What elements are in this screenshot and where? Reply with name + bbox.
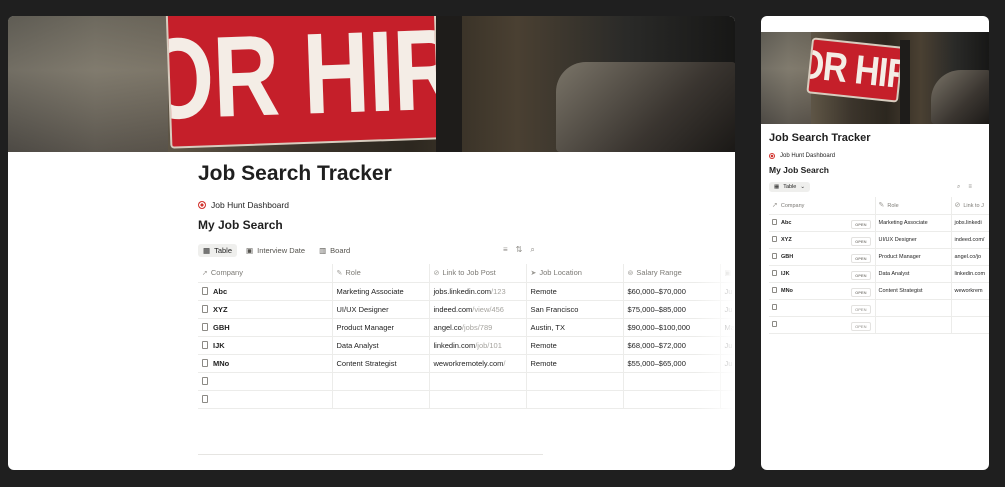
job-table: ➚ Company ✎ Role ⊘ Link to Job Post ➤ Job Lo… [198, 264, 735, 409]
page-icon [772, 236, 777, 242]
page-icon [772, 253, 777, 259]
role-icon: ✎ [878, 202, 885, 210]
cover-image: FOR HIRE [8, 16, 735, 152]
page-icon [202, 394, 208, 403]
empty-row[interactable] [198, 390, 735, 409]
column-header-company[interactable]: ➚ Company [769, 197, 875, 215]
filter-icon[interactable]: ≡ [503, 245, 508, 255]
tab-table[interactable]: ▦ Table ⌄ [769, 182, 810, 192]
table-row[interactable]: IJK Data Analyst linkedin.com/job/101 Re… [198, 336, 735, 355]
table-header: ➚ Company ✎ Role ⊘ Link to Job Post ➤ Job Lo… [198, 264, 735, 283]
page-icon [772, 321, 777, 327]
cursor-icon: ➚ [772, 202, 778, 210]
open-button[interactable]: OPEN [851, 253, 871, 263]
main-preview-card: FOR HIRE Job Search Tracker Job Hunt Das… [8, 16, 735, 470]
calendar-icon: ▣ [246, 245, 254, 255]
job-table: ➚ Company ✎ Role ⊘ Link to J Abc OPEN Market… [769, 197, 989, 334]
table-row[interactable]: Abc Marketing Associate jobs.linkedin.co… [198, 282, 735, 301]
page-icon [772, 219, 777, 225]
money-icon: ⊚ [627, 270, 634, 278]
tab-table[interactable]: ▦ Table [198, 243, 238, 257]
board-icon: ▥ [319, 245, 327, 255]
database-title: My Job Search [769, 165, 829, 175]
table-row[interactable]: MNo OPEN Content Strategist weworkrem [769, 282, 989, 300]
target-icon [769, 153, 775, 159]
open-button[interactable]: OPEN [851, 219, 871, 229]
open-button[interactable]: OPEN [851, 321, 871, 331]
mobile-preview-card: FOR HIRE Job Search Tracker Job Hunt Das… [761, 16, 989, 470]
view-tabs: ▦ Table ▣ Interview Date ▥ Board ≡ ⇅ ⌕ [198, 242, 735, 258]
search-icon[interactable]: ⌕ [957, 184, 960, 191]
page-title: Job Search Tracker [198, 162, 392, 185]
for-hire-sign: FOR HIRE [165, 16, 441, 149]
target-icon [198, 201, 206, 209]
table-row[interactable]: IJK OPEN Data Analyst linkedin.com [769, 265, 989, 283]
table-icon: ▦ [774, 184, 780, 190]
table-row[interactable]: XYZ UI/UX Designer indeed.com/view/456 S… [198, 300, 735, 319]
cover-image: FOR HIRE [761, 32, 989, 124]
view-tabs: ▦ Table ⌄ ⌕ ≡ [769, 181, 989, 193]
filter-icon[interactable]: ≡ [968, 184, 972, 191]
table-row[interactable]: Abc OPEN Marketing Associate jobs.linkedi [769, 214, 989, 232]
link-icon: ⊘ [433, 270, 440, 278]
table-row[interactable]: GBH OPEN Product Manager angel.co/jo [769, 248, 989, 266]
column-header-role[interactable]: ✎ Role [874, 197, 951, 215]
parent-page-link[interactable]: Job Hunt Dashboard [198, 200, 735, 210]
table-header: ➚ Company ✎ Role ⊘ Link to J [769, 197, 989, 215]
table-icon: ▦ [203, 245, 211, 255]
page-icon [202, 340, 208, 349]
cursor-icon: ➚ [202, 270, 208, 278]
tab-interview-date[interactable]: ▣ Interview Date [241, 244, 310, 257]
page-icon [772, 304, 777, 310]
column-header-company[interactable]: ➚ Company [198, 264, 332, 283]
empty-row[interactable] [198, 372, 735, 391]
search-icon[interactable]: ⌕ [530, 245, 534, 255]
sort-icon[interactable]: ⇅ [516, 245, 523, 255]
page-icon [772, 287, 777, 293]
role-icon: ✎ [336, 270, 343, 278]
open-button[interactable]: OPEN [851, 304, 871, 314]
empty-row[interactable]: OPEN [769, 299, 989, 317]
for-hire-sign: FOR HIRE [806, 37, 904, 103]
link-icon: ⊘ [954, 202, 961, 210]
page-icon [202, 304, 208, 313]
page-icon [202, 358, 208, 367]
database-title: My Job Search [198, 218, 283, 232]
column-header-role[interactable]: ✎ Role [331, 264, 429, 283]
column-header-link[interactable]: ⊘ Link to J [950, 197, 989, 215]
open-button[interactable]: OPEN [851, 270, 871, 280]
open-button[interactable]: OPEN [851, 287, 871, 297]
divider [198, 454, 543, 455]
parent-page-link[interactable]: Job Hunt Dashboard [769, 153, 989, 159]
table-row[interactable]: XYZ OPEN UI/UX Designer indeed.com/ [769, 231, 989, 249]
empty-row[interactable]: OPEN [769, 316, 989, 334]
column-header-location[interactable]: ➤ Job Location [525, 264, 623, 283]
page-icon [202, 322, 208, 331]
location-icon: ➤ [530, 270, 537, 278]
chevron-down-icon: ⌄ [800, 184, 805, 190]
table-row[interactable]: MNo Content Strategist weworkremotely.co… [198, 354, 735, 373]
page-icon [202, 286, 208, 295]
page-icon [202, 376, 208, 385]
column-header-link[interactable]: ⊘ Link to Job Post [428, 264, 526, 283]
tab-board[interactable]: ▥ Board [314, 244, 355, 257]
open-button[interactable]: OPEN [851, 236, 871, 246]
page-icon [772, 270, 777, 276]
table-row[interactable]: GBH Product Manager angel.co/jobs/789 Au… [198, 318, 735, 337]
page-title: Job Search Tracker [769, 132, 871, 144]
